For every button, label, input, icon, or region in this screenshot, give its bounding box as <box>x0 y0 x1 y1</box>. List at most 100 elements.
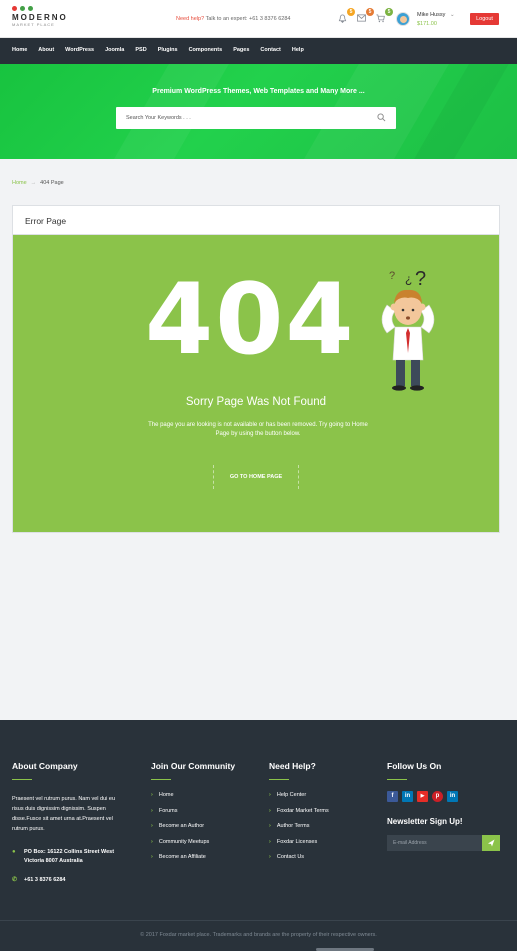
nav-item-pages[interactable]: Pages <box>233 47 249 53</box>
panel-title: Error Page <box>25 216 67 226</box>
footer-divider <box>0 920 517 921</box>
footer-link[interactable]: › Foxdar Market Terms <box>269 808 329 824</box>
linkedin-icon[interactable]: in <box>402 791 413 802</box>
footer-link-label: Foxdar Licenses <box>276 838 318 845</box>
site-logo[interactable]: MODERNO MARKET PLACE <box>12 6 68 27</box>
facebook-icon[interactable]: f <box>387 791 398 802</box>
footer-link[interactable]: › Author Terms <box>269 823 329 839</box>
nav-item-contact[interactable]: Contact <box>260 47 280 53</box>
footer-link-label: Foxdar Market Terms <box>276 807 329 814</box>
chevron-right-icon: › <box>151 792 153 798</box>
search-icon[interactable] <box>377 113 386 122</box>
search-box <box>116 107 396 129</box>
pinterest-icon[interactable]: p <box>432 791 443 802</box>
logout-button[interactable]: Logout <box>470 13 499 25</box>
footer-link[interactable]: › Contact Us <box>269 854 329 870</box>
phone-text: +61 3 8376 6284 <box>24 877 66 883</box>
hero-banner: Premium WordPress Themes, Web Templates … <box>0 64 517 159</box>
logo-dot-red <box>12 6 17 11</box>
help-text: Talk to an expert: +61 3 8376 6284 <box>205 16 291 22</box>
panel-header: Error Page <box>13 206 499 235</box>
error-panel: Error Page 404 ? ? ¿ Sorry Page Was Not … <box>12 205 500 533</box>
footer-link[interactable]: › Home <box>151 792 235 808</box>
linkedin-icon[interactable]: in <box>447 791 458 802</box>
chevron-right-icon: › <box>269 792 271 798</box>
logo-dot-green <box>20 6 25 11</box>
breadcrumb-home[interactable]: Home <box>12 180 27 186</box>
nav-item-components[interactable]: Components <box>189 47 223 53</box>
footer-link[interactable]: › Community Meetups <box>151 839 235 855</box>
footer-heading: Need Help? <box>269 761 316 771</box>
user-name: Mike Hussy <box>417 12 446 18</box>
mail-icon[interactable]: 5 <box>355 8 374 24</box>
chevron-down-icon: ⌄ <box>449 12 455 18</box>
cart-icon[interactable]: 5 <box>374 8 393 24</box>
subscribe-button[interactable] <box>482 835 500 851</box>
footer-link-label: Help Center <box>276 792 307 798</box>
nav-item-joomla[interactable]: Joomla <box>105 47 124 53</box>
logo-subtitle: MARKET PLACE <box>12 22 55 27</box>
nav-item-help[interactable]: Help <box>292 47 304 53</box>
footer-heading: About Company <box>12 761 78 771</box>
go-to-home-button[interactable]: GO TO HOME PAGE <box>213 465 299 489</box>
footer-link[interactable]: › Become an Affiliate <box>151 854 235 870</box>
user-balance: $171.00 <box>417 21 437 27</box>
email-field[interactable] <box>387 835 482 851</box>
chevron-right-icon: › <box>151 823 153 829</box>
error-heading: Sorry Page Was Not Found <box>185 396 327 408</box>
heading-underline <box>269 779 289 780</box>
confused-man-illustration: ? ? ¿ <box>381 268 435 391</box>
nav-item-home[interactable]: Home <box>12 47 27 53</box>
breadcrumb-separator: → <box>30 180 37 186</box>
nav-item-psd[interactable]: PSD <box>135 47 146 53</box>
nav-item-about[interactable]: About <box>38 47 54 53</box>
chevron-right-icon: › <box>269 807 271 814</box>
footer-link[interactable]: › Forums <box>151 808 235 824</box>
cart-count-badge: 5 <box>385 8 393 16</box>
footer-link[interactable]: › Become an Author <box>151 823 235 839</box>
community-links: › Home › Forums › Become an Author › Communi… <box>151 792 235 870</box>
social-links: f in ▶ p in <box>387 791 500 802</box>
footer-follow: Follow Us On f in ▶ p in Newsletter Sign… <box>387 761 500 851</box>
about-text: Praesent vel rutrum purus. Nam vel dui e… <box>12 796 116 832</box>
search-input[interactable] <box>126 112 366 124</box>
notification-bell-icon[interactable]: 5 <box>336 8 355 24</box>
logo-dots <box>12 6 68 11</box>
footer-link[interactable]: › Foxdar Licenses <box>269 839 329 855</box>
footer-link-label: Forums <box>158 807 178 814</box>
notification-count-badge: 5 <box>347 8 355 16</box>
help-line: Need help? Talk to an expert: +61 3 8376… <box>176 16 290 22</box>
send-icon <box>488 839 495 847</box>
footer-link-label: Community Meetups <box>158 838 210 845</box>
logo-text: MODERNO <box>12 13 68 22</box>
footer-link-label: Become an Author <box>158 823 205 829</box>
footer-link-label: Home <box>158 792 174 798</box>
newsletter-heading: Newsletter Sign Up! <box>387 817 463 826</box>
map-marker-icon: ● <box>12 849 16 855</box>
chevron-right-icon: › <box>151 854 153 860</box>
footer-link[interactable]: › Help Center <box>269 792 329 808</box>
avatar[interactable] <box>396 12 410 26</box>
nav-item-plugins[interactable]: Plugins <box>158 47 178 53</box>
copyright-text: © 2017 Foxdar market place. Trademarks a… <box>140 932 377 938</box>
heading-underline <box>151 779 171 780</box>
nav-item-wordpress[interactable]: WordPress <box>65 47 94 53</box>
error-code: 404 <box>145 263 356 377</box>
help-question[interactable]: Need help? <box>176 16 204 22</box>
user-menu[interactable]: Mike Hussy ⌄ <box>417 12 455 18</box>
heading-underline <box>12 779 32 780</box>
error-description: The page you are looking is not availabl… <box>148 422 368 437</box>
chevron-right-icon: › <box>269 854 271 860</box>
footer-address: ● PO Box: 16122 Collins Street West Vict… <box>12 848 124 866</box>
footer-link-label: Contact Us <box>276 854 305 860</box>
error-content: 404 ? ? ¿ Sorry Page Was Not Found The p… <box>13 235 499 532</box>
svg-text:?: ? <box>415 268 426 290</box>
footer-link-label: Become an Affiliate <box>158 854 206 860</box>
phone-icon: ✆ <box>12 877 18 883</box>
heading-underline <box>387 779 407 780</box>
youtube-icon[interactable]: ▶ <box>417 791 428 802</box>
message-count-badge: 5 <box>366 8 374 16</box>
svg-text:?: ? <box>389 270 395 282</box>
footer-phone: ✆ +61 3 8376 6284 <box>12 876 124 885</box>
footer-link-label: Author Terms <box>276 823 310 829</box>
